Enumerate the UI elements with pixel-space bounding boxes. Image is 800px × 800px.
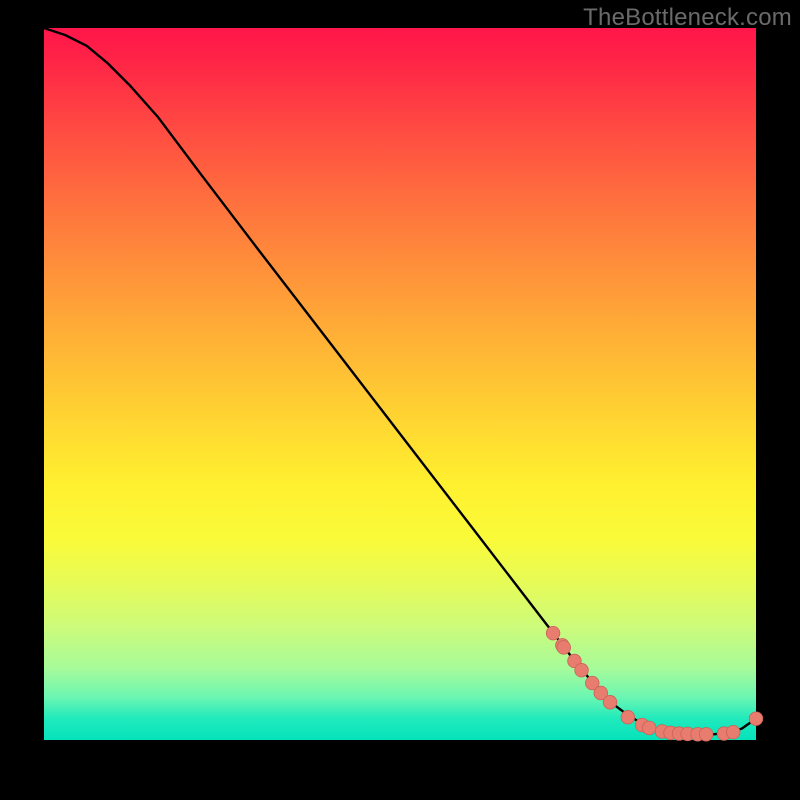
data-marker	[621, 710, 635, 724]
chart-container: TheBottleneck.com	[0, 0, 800, 800]
data-marker	[546, 626, 560, 640]
data-marker	[749, 712, 763, 726]
data-marker	[726, 725, 740, 739]
data-marker	[642, 721, 656, 735]
chart-svg	[44, 28, 756, 740]
marker-group	[546, 626, 763, 741]
data-marker	[557, 641, 571, 655]
data-marker	[575, 663, 589, 677]
curve-line	[44, 28, 756, 734]
data-marker	[603, 695, 617, 709]
plot-area	[44, 28, 756, 740]
data-marker	[699, 728, 713, 742]
